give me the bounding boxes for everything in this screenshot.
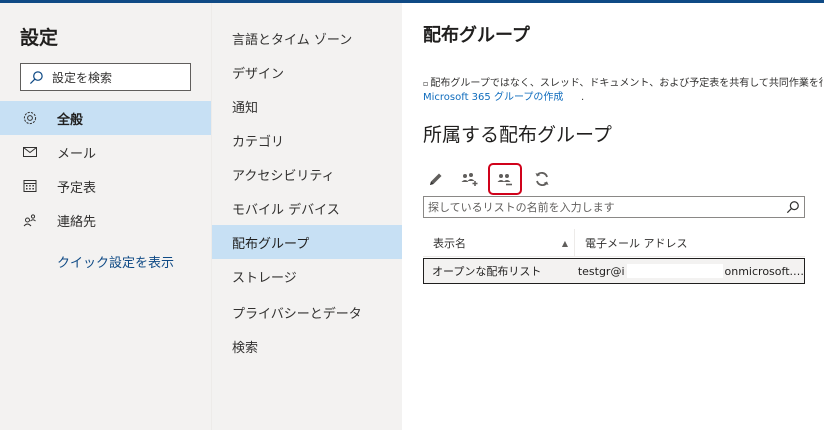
subnav-accessibility[interactable]: アクセシビリティ xyxy=(212,157,403,191)
info-bullet-icon: ▫ xyxy=(423,79,429,88)
row-email-start: testgr@i xyxy=(577,264,625,278)
category-people[interactable]: 連絡先 xyxy=(0,203,211,237)
description-body: 配布グループではなく、スレッド、ドキュメント、および予定表を共有して共同作業を行… xyxy=(430,78,823,89)
groups-table: 表示名 ▲ 電子メール アドレス オープンな配布リスト testgr@i onm… xyxy=(423,228,805,284)
group-filter-placeholder: 探しているリストの名前を入力します xyxy=(428,201,615,214)
category-calendar[interactable]: 予定表 xyxy=(0,169,211,203)
refresh-icon xyxy=(535,172,549,186)
column-display-name[interactable]: 表示名 ▲ xyxy=(423,228,575,257)
category-general-label: 全般 xyxy=(57,112,84,128)
join-group-button[interactable] xyxy=(453,163,487,195)
people-icon xyxy=(22,212,38,228)
column-email-address[interactable]: 電子メール アドレス xyxy=(575,235,688,251)
subnav-language-timezone[interactable]: 言語とタイム ゾーン xyxy=(212,21,403,55)
subnav-mobile-devices[interactable]: モバイル デバイス xyxy=(212,191,403,225)
subnav-distribution-groups[interactable]: 配布グループ xyxy=(212,225,403,259)
category-calendar-label: 予定表 xyxy=(57,180,97,196)
subnav-privacy-data[interactable]: プライバシーとデータ xyxy=(212,295,403,329)
settings-title: 設定 xyxy=(20,27,59,49)
leave-group-icon xyxy=(497,174,512,186)
row-email: testgr@i onmicrosoft.… xyxy=(572,264,804,278)
edit-button[interactable] xyxy=(419,163,453,195)
settings-search-input[interactable]: 設定を検索 xyxy=(20,63,191,91)
refresh-button[interactable] xyxy=(525,163,559,195)
category-mail[interactable]: メール xyxy=(0,135,211,169)
page-title: 配布グループ xyxy=(423,25,530,46)
subnav-storage[interactable]: ストレージ xyxy=(212,259,403,293)
column-display-name-label: 表示名 xyxy=(433,236,466,250)
join-group-icon xyxy=(461,173,478,186)
subnav-search[interactable]: 検索 xyxy=(212,329,403,363)
description-text: ▫ 配布グループではなく、スレッド、ドキュメント、および予定表を共有して共同作業を… xyxy=(423,77,823,91)
group-filter-input[interactable]: 探しているリストの名前を入力します xyxy=(423,196,805,218)
description-period: . xyxy=(581,92,585,103)
search-icon xyxy=(786,201,799,214)
calendar-icon xyxy=(22,178,38,194)
leave-group-button[interactable] xyxy=(488,163,522,195)
section-title: 所属する配布グループ xyxy=(423,124,612,146)
mail-icon xyxy=(22,144,38,160)
general-subnav-pane: 言語とタイム ゾーン デザイン 通知 カテゴリ アクセシビリティ モバイル デバ… xyxy=(211,3,403,430)
subnav-categories[interactable]: カテゴリ xyxy=(212,123,403,157)
create-m365-group-link[interactable]: Microsoft 365 グループの作成 xyxy=(423,91,563,105)
category-general[interactable]: 全般 xyxy=(0,101,211,135)
distribution-groups-panel: 配布グループ ▫ 配布グループではなく、スレッド、ドキュメント、および予定表を共有… xyxy=(402,3,824,430)
row-display-name: オープンな配布リスト xyxy=(432,265,542,278)
redacted-block xyxy=(626,264,723,278)
quick-settings-link[interactable]: クイック設定を表示 xyxy=(57,252,174,271)
subnav-design[interactable]: デザイン xyxy=(212,55,403,89)
search-icon xyxy=(29,70,43,84)
category-people-label: 連絡先 xyxy=(57,214,97,230)
row-email-end: onmicrosoft.… xyxy=(724,264,804,278)
settings-search-placeholder: 設定を検索 xyxy=(52,70,113,85)
settings-category-pane: 設定 設定を検索 全般 メール 予定表 連絡先 クイック設定を表示 xyxy=(0,3,211,430)
table-row[interactable]: オープンな配布リスト testgr@i onmicrosoft.… xyxy=(423,258,805,284)
subnav-notifications[interactable]: 通知 xyxy=(212,89,403,123)
category-mail-label: メール xyxy=(57,146,97,162)
edit-icon xyxy=(430,173,442,185)
sort-ascending-icon: ▲ xyxy=(561,238,568,248)
gear-icon xyxy=(22,110,38,126)
table-header: 表示名 ▲ 電子メール アドレス xyxy=(423,228,805,257)
